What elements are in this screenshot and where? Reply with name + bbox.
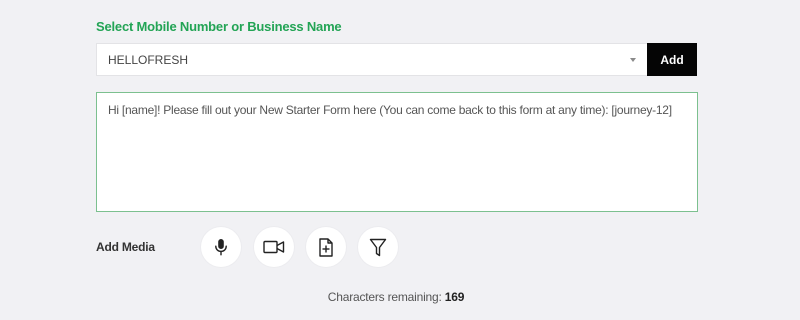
add-document-icon	[319, 237, 333, 257]
filter-button[interactable]	[358, 227, 398, 267]
video-camera-icon	[263, 240, 285, 254]
microphone-icon	[215, 239, 227, 256]
characters-remaining-label: Characters remaining:	[327, 290, 442, 304]
add-video-button[interactable]	[254, 227, 294, 267]
characters-remaining: Characters remaining: 169	[0, 290, 792, 304]
select-sender-label: Select Mobile Number or Business Name	[96, 19, 342, 34]
sender-select-row: HELLOFRESH Add	[96, 43, 697, 76]
sender-select[interactable]: HELLOFRESH	[96, 43, 647, 76]
add-sender-button[interactable]: Add	[647, 43, 697, 76]
chevron-down-icon	[630, 57, 636, 62]
record-audio-button[interactable]	[201, 227, 241, 267]
filter-icon	[369, 238, 387, 256]
add-media-label: Add Media	[96, 240, 155, 254]
add-file-button[interactable]	[306, 227, 346, 267]
characters-remaining-count: 169	[444, 290, 465, 304]
message-input[interactable]: Hi [name]! Please fill out your New Star…	[96, 92, 698, 212]
sender-select-value: HELLOFRESH	[108, 52, 189, 67]
